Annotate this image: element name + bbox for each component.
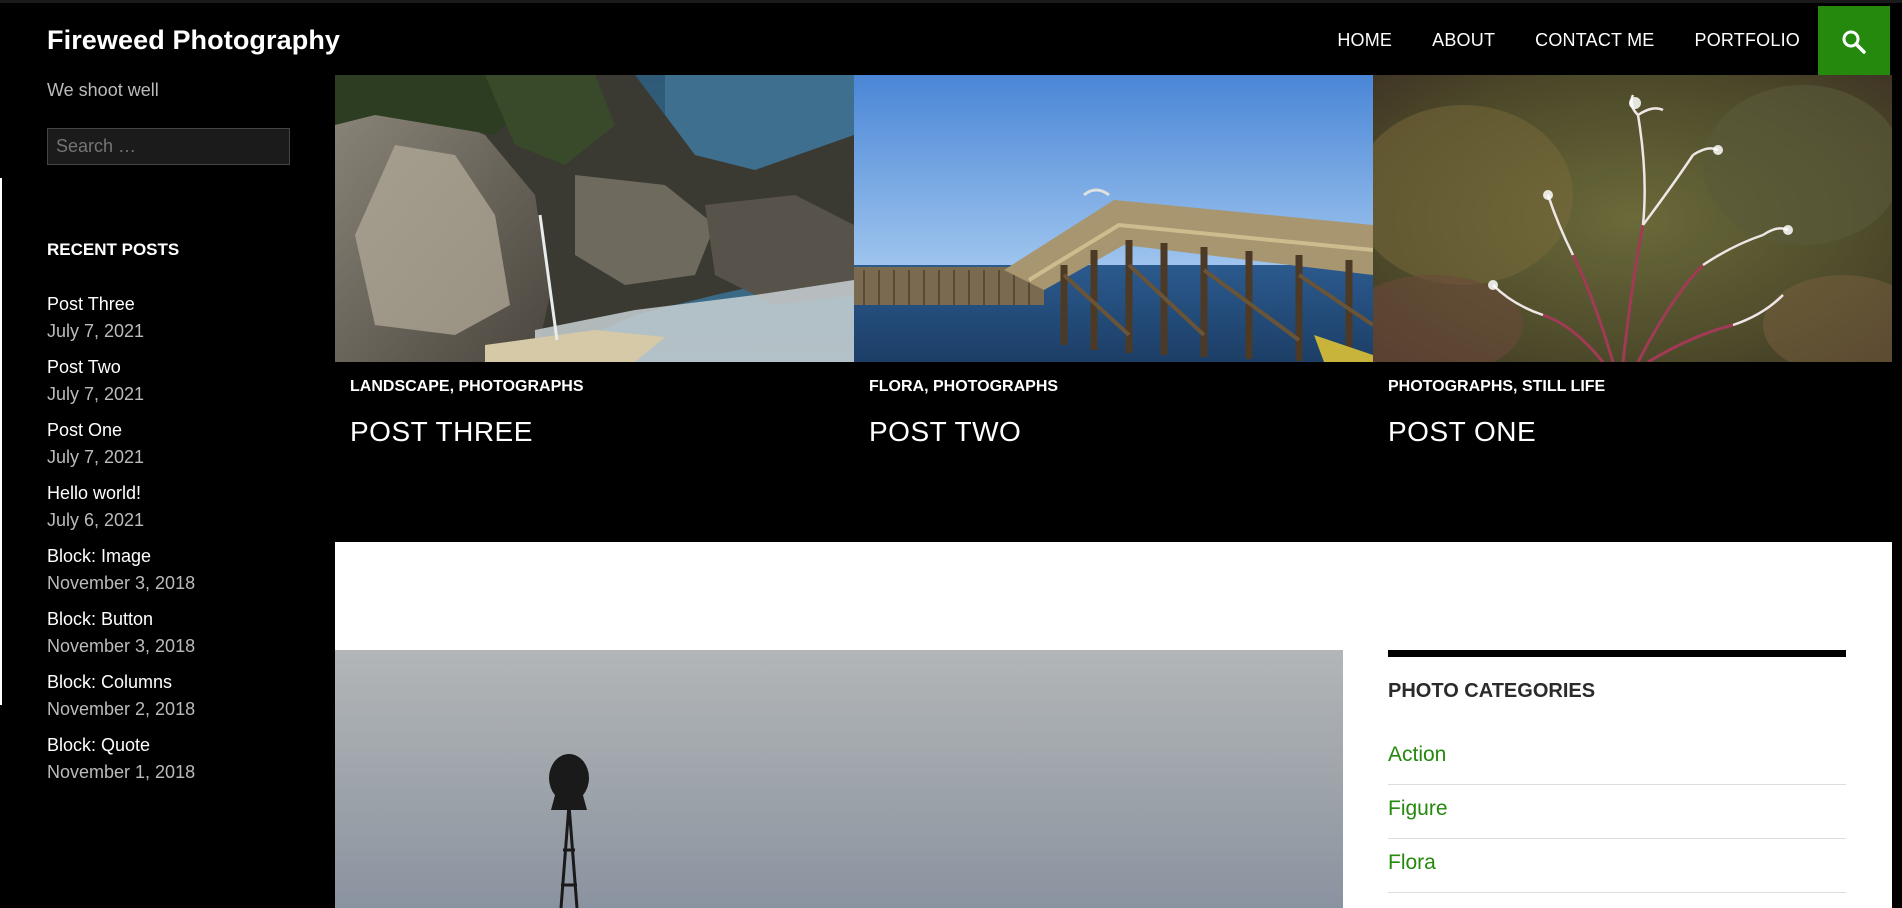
post-featured-image[interactable] bbox=[335, 650, 1343, 908]
recent-post-link[interactable]: Block: Image bbox=[47, 543, 307, 570]
recent-post-link[interactable]: Post Three bbox=[47, 291, 307, 318]
recent-post-link[interactable]: Post Two bbox=[47, 354, 307, 381]
featured-content: LANDSCAPE, PHOTOGRAPHS POST THREE FLORA,… bbox=[335, 75, 1892, 542]
post-title[interactable]: POST ONE bbox=[1388, 416, 1536, 448]
recent-post-date: July 7, 2021 bbox=[47, 321, 145, 341]
recent-post-link[interactable]: Block: Button bbox=[47, 606, 307, 633]
featured-image-landscape[interactable] bbox=[335, 75, 854, 362]
recent-post-date: November 3, 2018 bbox=[47, 573, 196, 593]
page: Fireweed Photography HOME ABOUT CONTACT … bbox=[0, 0, 1902, 908]
post-title[interactable]: POST TWO bbox=[869, 416, 1021, 448]
nav-contact-me[interactable]: CONTACT ME bbox=[1535, 30, 1654, 51]
widget-heading: PHOTO CATEGORIES bbox=[1388, 680, 1596, 702]
list-item: Hello world! July 6, 2021 bbox=[47, 480, 307, 543]
list-item: Figure bbox=[1388, 785, 1846, 839]
category-link-flora[interactable]: Flora bbox=[1388, 851, 1436, 874]
recent-post-link[interactable]: Post One bbox=[47, 417, 307, 444]
search-toggle-button[interactable] bbox=[1818, 6, 1890, 78]
featured-image-still-life[interactable] bbox=[1373, 75, 1892, 362]
recent-post-date: July 6, 2021 bbox=[47, 510, 145, 530]
list-item: Block: Quote November 1, 2018 bbox=[47, 732, 307, 795]
list-item: Post Two July 7, 2021 bbox=[47, 354, 307, 417]
post-categories[interactable]: PHOTOGRAPHS, STILL LIFE bbox=[1388, 378, 1605, 396]
post-categories[interactable]: FLORA, PHOTOGRAPHS bbox=[869, 378, 1058, 396]
category-list: Action Figure Flora bbox=[1388, 731, 1846, 893]
featured-image-flora[interactable] bbox=[854, 75, 1373, 362]
list-item: Block: Image November 3, 2018 bbox=[47, 543, 307, 606]
list-item: Post Three July 7, 2021 bbox=[47, 291, 307, 354]
list-item: Post One July 7, 2021 bbox=[47, 417, 307, 480]
sidebar-divider bbox=[0, 178, 2, 705]
nav-home[interactable]: HOME bbox=[1337, 30, 1392, 51]
post-title[interactable]: POST THREE bbox=[350, 416, 533, 448]
recent-post-link[interactable]: Block: Quote bbox=[47, 732, 307, 759]
recent-posts-heading: RECENT POSTS bbox=[47, 240, 180, 259]
widget-divider bbox=[1388, 650, 1846, 657]
recent-post-date: July 7, 2021 bbox=[47, 384, 145, 404]
recent-post-link[interactable]: Block: Columns bbox=[47, 669, 307, 696]
site-tagline: We shoot well bbox=[47, 80, 159, 100]
category-link-action[interactable]: Action bbox=[1388, 743, 1446, 766]
list-item: Action bbox=[1388, 731, 1846, 785]
photo-categories-widget: PHOTO CATEGORIES Action Figure Flora bbox=[1388, 650, 1846, 893]
list-item: Flora bbox=[1388, 839, 1846, 893]
post-categories[interactable]: LANDSCAPE, PHOTOGRAPHS bbox=[350, 378, 584, 396]
main-content: PHOTO CATEGORIES Action Figure Flora bbox=[335, 542, 1892, 908]
featured-post[interactable]: PHOTOGRAPHS, STILL LIFE POST ONE bbox=[1373, 75, 1892, 542]
featured-post[interactable]: FLORA, PHOTOGRAPHS POST TWO bbox=[854, 75, 1373, 542]
site-header: Fireweed Photography HOME ABOUT CONTACT … bbox=[0, 0, 1902, 78]
recent-post-date: November 2, 2018 bbox=[47, 699, 196, 719]
nav-portfolio[interactable]: PORTFOLIO bbox=[1695, 30, 1801, 51]
search-input[interactable] bbox=[47, 128, 290, 165]
site-title[interactable]: Fireweed Photography bbox=[47, 25, 340, 56]
recent-post-date: November 1, 2018 bbox=[47, 762, 196, 782]
list-item: Block: Button November 3, 2018 bbox=[47, 606, 307, 669]
search-icon bbox=[1842, 30, 1866, 54]
list-item: Block: Columns November 2, 2018 bbox=[47, 669, 307, 732]
recent-post-link[interactable]: Hello world! bbox=[47, 480, 307, 507]
category-link-figure[interactable]: Figure bbox=[1388, 797, 1448, 820]
recent-post-date: July 7, 2021 bbox=[47, 447, 145, 467]
recent-post-date: November 3, 2018 bbox=[47, 636, 196, 656]
featured-post[interactable]: LANDSCAPE, PHOTOGRAPHS POST THREE bbox=[335, 75, 854, 542]
primary-nav: HOME ABOUT CONTACT ME PORTFOLIO bbox=[1297, 3, 1800, 78]
nav-about[interactable]: ABOUT bbox=[1432, 30, 1495, 51]
recent-posts-list: Post Three July 7, 2021 Post Two July 7, 2… bbox=[47, 291, 307, 795]
